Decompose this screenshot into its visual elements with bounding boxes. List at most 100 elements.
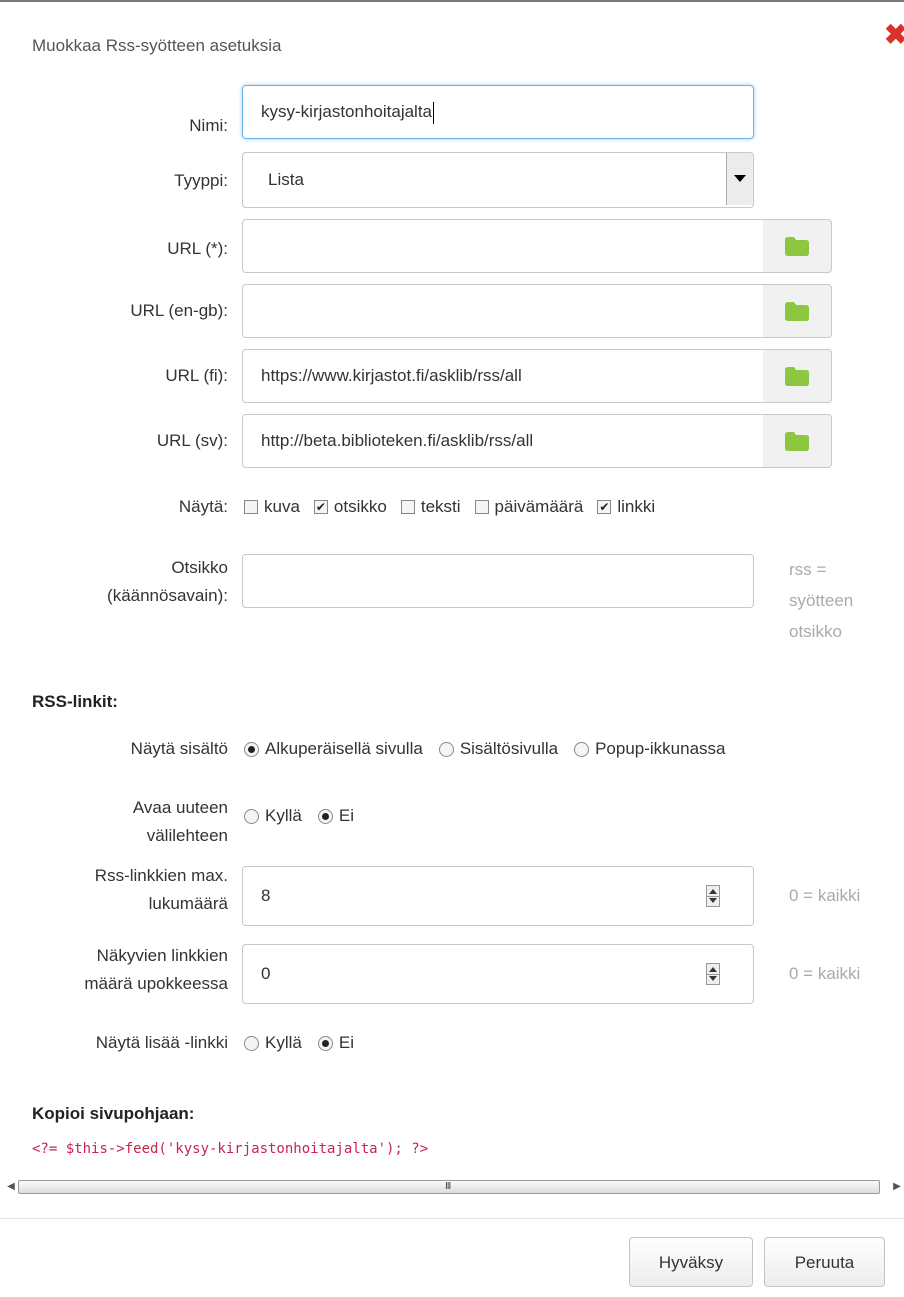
top-border: [0, 0, 904, 2]
checkbox-otsikko[interactable]: ✔: [313, 500, 328, 514]
show-option-label: kuva: [264, 497, 300, 516]
new-tab-label-line1: Avaa uuteen: [132, 798, 228, 817]
url-fi-value: https://www.kirjastot.fi/asklib/rss/all: [261, 366, 522, 385]
rss-links-heading: RSS-linkit:: [32, 692, 118, 711]
url-en-gb-label: URL (en-gb):: [130, 301, 228, 320]
spin-up-icon[interactable]: [709, 967, 717, 972]
new-tab-yes[interactable]: Kyllä: [244, 806, 302, 826]
show-option-label: linkki: [617, 497, 656, 516]
max-links-label-line1: Rss-linkkien max.: [94, 866, 228, 885]
max-links-value: 8: [261, 886, 271, 905]
cancel-button[interactable]: Peruuta: [764, 1237, 885, 1287]
title-key-hint-line2: syötteen: [789, 591, 854, 610]
show-content-options: Alkuperäisellä sivulla Sisältösivulla Po…: [244, 735, 740, 763]
folder-icon: [785, 302, 809, 321]
radio-more-link-yes[interactable]: [244, 1035, 259, 1051]
footer-divider: [0, 1218, 904, 1219]
url-sv-label: URL (sv):: [156, 431, 228, 450]
type-select-value: Lista: [268, 170, 304, 189]
visible-links-input[interactable]: 0: [242, 944, 754, 1004]
accept-button[interactable]: Hyväksy: [629, 1237, 753, 1287]
type-label: Tyyppi:: [174, 171, 228, 190]
name-label: Nimi:: [189, 116, 228, 135]
scroll-right-icon[interactable]: ▶: [888, 1179, 904, 1195]
title-key-hint-line1: rss =: [789, 560, 827, 579]
show-option-kuva[interactable]: kuva: [244, 497, 300, 517]
name-value: kysy-kirjastonhoitajalta: [261, 102, 433, 121]
checkbox-paivamaara[interactable]: [474, 500, 489, 514]
show-label: Näytä:: [178, 497, 228, 516]
scrollbar-thumb[interactable]: III: [18, 1180, 880, 1194]
visible-links-label-line1: Näkyvien linkkien: [96, 946, 228, 965]
radio-new-tab-no[interactable]: [317, 808, 333, 824]
max-links-spinner[interactable]: [706, 885, 720, 907]
max-links-label: Rss-linkkien max. lukumäärä: [95, 862, 228, 918]
show-options: kuva ✔ otsikko teksti päivämäärä ✔ linkki: [244, 493, 669, 521]
radio-label: Ei: [338, 1033, 354, 1052]
checkbox-kuva[interactable]: [244, 500, 258, 514]
title-key-label: Otsikko (käännösavain):: [107, 554, 228, 610]
new-tab-label-line2: välilehteen: [146, 826, 228, 845]
url-all-input[interactable]: [242, 219, 764, 273]
show-content-original[interactable]: Alkuperäisellä sivulla: [244, 739, 423, 759]
radio-popup[interactable]: [574, 741, 590, 757]
show-option-label: teksti: [420, 497, 461, 516]
visible-links-label-line2: määrä upokkeessa: [84, 974, 228, 993]
radio-content-page[interactable]: [438, 741, 454, 757]
name-input[interactable]: kysy-kirjastonhoitajalta: [242, 85, 754, 139]
title-key-hint-line3: otsikko: [789, 622, 842, 641]
folder-icon: [785, 367, 809, 386]
checkbox-linkki[interactable]: ✔: [597, 500, 612, 514]
copy-heading: Kopioi sivupohjaan:: [32, 1104, 195, 1123]
close-icon[interactable]: ✖: [884, 18, 904, 52]
url-en-gb-input[interactable]: [242, 284, 764, 338]
folder-icon: [785, 432, 809, 451]
title-key-label-line2: (käännösavain):: [107, 586, 228, 605]
url-sv-browse-button[interactable]: [763, 414, 832, 468]
show-content-content-page[interactable]: Sisältösivulla: [438, 739, 558, 759]
show-option-label: päivämäärä: [494, 497, 584, 516]
radio-original[interactable]: [244, 741, 259, 757]
chevron-down-icon[interactable]: [726, 153, 753, 205]
radio-label: Ei: [338, 806, 354, 825]
new-tab-no[interactable]: Ei: [317, 806, 354, 826]
horizontal-scrollbar[interactable]: ◀ III ▶: [0, 1176, 904, 1198]
radio-label: Alkuperäisellä sivulla: [265, 739, 423, 758]
folder-icon: [785, 237, 809, 256]
radio-label: Popup-ikkunassa: [595, 739, 726, 758]
url-all-browse-button[interactable]: [763, 219, 832, 273]
show-option-linkki[interactable]: ✔ linkki: [597, 497, 655, 517]
visible-links-label: Näkyvien linkkien määrä upokkeessa: [84, 942, 228, 998]
show-option-teksti[interactable]: teksti: [400, 497, 461, 517]
title-key-hint: rss = syötteen otsikko: [789, 554, 853, 647]
radio-label: Kyllä: [265, 1033, 302, 1052]
title-key-input[interactable]: [242, 554, 754, 608]
more-link-yes[interactable]: Kyllä: [244, 1033, 302, 1053]
show-content-popup[interactable]: Popup-ikkunassa: [574, 739, 726, 759]
spin-down-icon[interactable]: [709, 976, 717, 981]
text-caret: [433, 101, 435, 124]
show-option-paivamaara[interactable]: päivämäärä: [474, 497, 584, 517]
url-fi-browse-button[interactable]: [763, 349, 832, 403]
max-links-input[interactable]: 8: [242, 866, 754, 926]
more-link-options: Kyllä Ei: [244, 1029, 368, 1057]
visible-links-hint: 0 = kaikki: [789, 964, 861, 983]
url-en-gb-browse-button[interactable]: [763, 284, 832, 338]
radio-new-tab-yes[interactable]: [244, 808, 259, 824]
radio-more-link-no[interactable]: [317, 1035, 333, 1051]
more-link-no[interactable]: Ei: [317, 1033, 354, 1053]
url-sv-input[interactable]: http://beta.biblioteken.fi/asklib/rss/al…: [242, 414, 764, 468]
spin-up-icon[interactable]: [709, 889, 717, 894]
url-fi-input[interactable]: https://www.kirjastot.fi/asklib/rss/all: [242, 349, 764, 403]
copy-code: <?= $this->feed('kysy-kirjastonhoitajalt…: [32, 1141, 429, 1157]
more-link-label: Näytä lisää -linkki: [95, 1033, 228, 1052]
scrollbar-grip: III: [445, 1181, 451, 1192]
max-links-label-line2: lukumäärä: [148, 894, 228, 913]
url-sv-value: http://beta.biblioteken.fi/asklib/rss/al…: [261, 431, 534, 450]
show-option-otsikko[interactable]: ✔ otsikko: [313, 497, 387, 517]
checkbox-teksti[interactable]: [400, 500, 415, 514]
max-links-hint: 0 = kaikki: [789, 886, 861, 905]
spin-down-icon[interactable]: [709, 898, 717, 903]
visible-links-spinner[interactable]: [706, 963, 720, 985]
type-select[interactable]: Lista: [242, 152, 754, 208]
